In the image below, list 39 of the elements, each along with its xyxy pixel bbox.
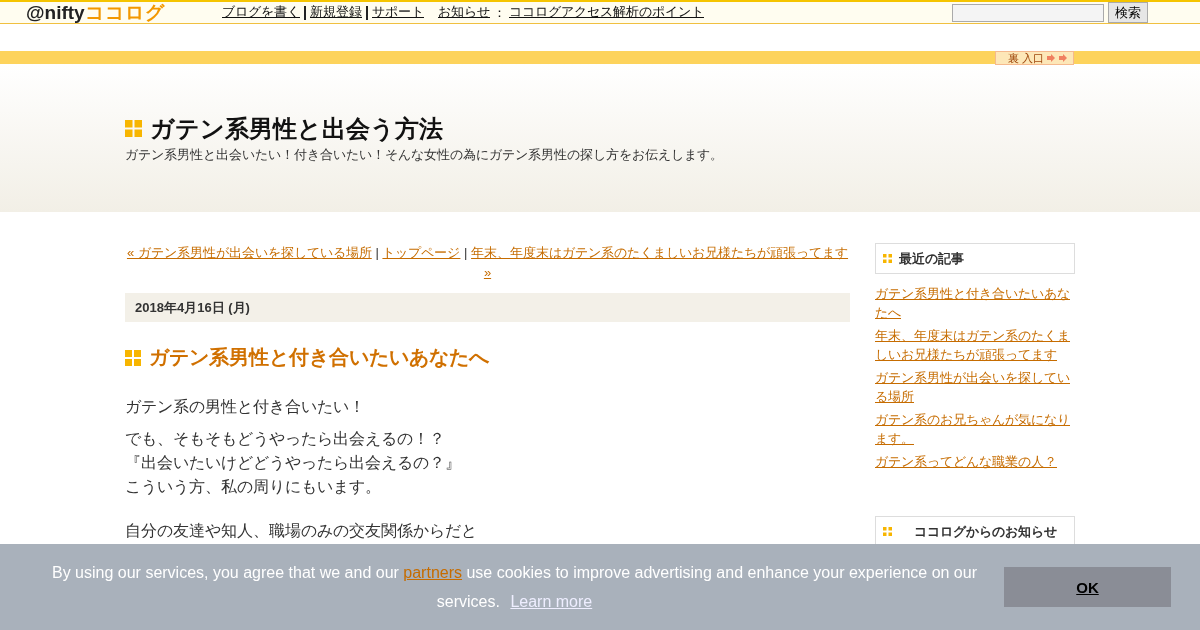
squares-icon <box>125 349 141 366</box>
logo[interactable]: @niftyココログ <box>26 0 222 26</box>
cookie-message: By using our services, you agree that we and our partners use cookies to improve advertising and enhance your experience on our services. Learn more <box>51 563 978 612</box>
squares-icon <box>125 120 142 137</box>
next-link[interactable]: 年末、年度末はガテン系のたくましいお兄様たちが頑張ってます <box>471 245 849 260</box>
heading-text: ココログからのお知らせ <box>914 522 1057 541</box>
blog-description: ガテン系男性と出会いたい！付き合いたい！そんな女性の為にガテン系男性の探し方をお伝えします。 <box>125 146 724 164</box>
separator-text: | <box>463 245 469 260</box>
heading-text: 最近の記事 <box>899 249 964 268</box>
next-arrow-link[interactable]: » <box>483 265 492 280</box>
notice-link[interactable]: お知らせ <box>438 4 490 21</box>
article-text: ガテン系の男性と付き合いたい！ <box>125 397 366 417</box>
top-link[interactable]: サポート <box>372 4 424 21</box>
recent-article-link[interactable]: ガテン系男性と付き合いたいあなたへ <box>875 284 1075 322</box>
recent-article-link[interactable]: ガテン系男性が出会いを探している場所 <box>875 368 1075 406</box>
recent-article-link[interactable]: ガテン系のお兄ちゃんが気になります。 <box>875 410 1075 448</box>
date-bar: 2018年4月16日 (月) <box>125 293 850 322</box>
article-text: こういう方、私の周りにもいます。 <box>125 477 382 497</box>
recent-article-link[interactable]: ガテン系ってどんな職業の人？ <box>875 452 1075 471</box>
arrows-icon <box>1047 54 1070 62</box>
separator-text: ： <box>493 3 506 22</box>
article-text: 『出会いたいけどどうやったら出会えるの？』 <box>125 453 462 473</box>
prev-link[interactable]: « ガテン系男性が出会いを探している場所 <box>126 245 372 260</box>
squares-icon <box>883 527 892 536</box>
top-page-link[interactable]: トップページ <box>382 245 461 260</box>
notice-link[interactable]: ココログアクセス解析のポイント <box>509 4 704 21</box>
search-field[interactable] <box>952 3 1104 22</box>
separator-text: | <box>374 245 380 260</box>
search-button[interactable]: 検索 <box>1108 2 1148 23</box>
article-text: 自分の友達や知人、職場のみの交友関係からだと <box>125 521 478 541</box>
recent-article-link[interactable]: 年末、年度末はガテン系のたくましいお兄様たちが頑張ってます <box>875 326 1075 364</box>
squares-icon <box>883 254 892 263</box>
article-title: ガテン系男性と付き合いたいあなたへ <box>149 345 489 370</box>
entrance-link[interactable]: 裏 入口 <box>994 51 1074 65</box>
ok-button[interactable]: OK <box>1004 567 1171 607</box>
article-text: でも、そもそもどうやったら出会えるの！？ <box>125 429 446 449</box>
top-link[interactable]: ブログを書く <box>222 4 300 21</box>
blog-title: ガテン系男性と出会う方法 <box>150 113 443 144</box>
top-link[interactable]: 新規登録 <box>310 4 362 21</box>
